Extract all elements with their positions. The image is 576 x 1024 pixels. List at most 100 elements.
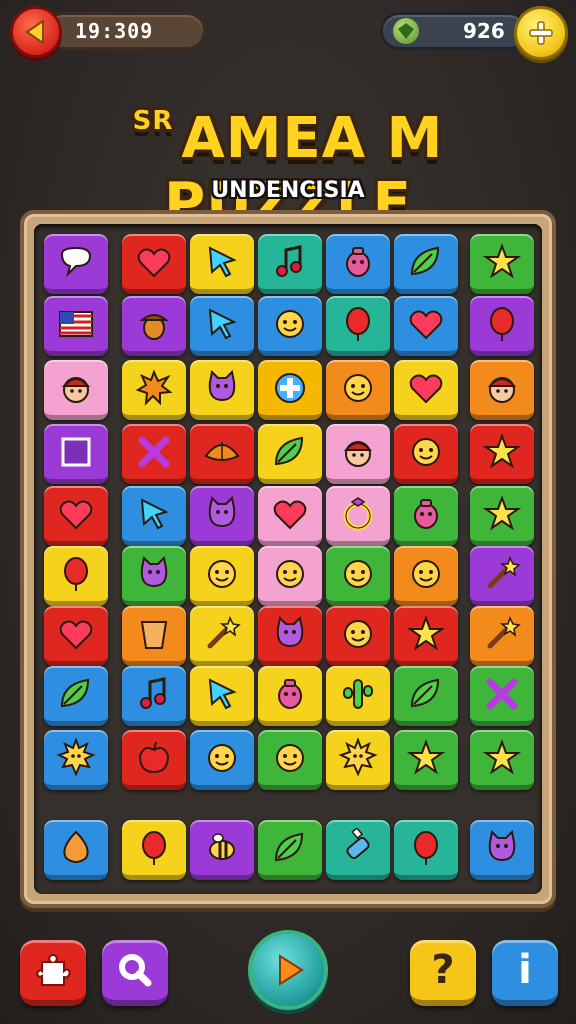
tile[interactable] <box>44 296 108 356</box>
tile[interactable] <box>394 296 458 356</box>
tile[interactable] <box>190 424 254 484</box>
cat-icon <box>208 495 236 527</box>
tile[interactable] <box>326 360 390 420</box>
arrow-icon <box>208 677 237 709</box>
tile[interactable] <box>122 424 186 484</box>
title-prefix: SR <box>132 106 174 136</box>
tray-tile[interactable] <box>258 820 322 880</box>
tile[interactable] <box>470 486 534 546</box>
tile[interactable] <box>258 546 322 606</box>
face-icon <box>412 559 440 588</box>
tile[interactable] <box>470 296 534 356</box>
gem-counter: 926 <box>380 12 528 50</box>
tile[interactable] <box>44 486 108 546</box>
creature-icon <box>346 246 370 277</box>
tile[interactable] <box>122 606 186 666</box>
add-gems-button[interactable] <box>514 6 568 60</box>
play-button[interactable] <box>248 930 328 1010</box>
tray-tile[interactable] <box>470 820 534 880</box>
tile[interactable] <box>258 360 322 420</box>
wand-icon <box>487 615 521 648</box>
tile[interactable] <box>44 730 108 790</box>
tile[interactable] <box>190 296 254 356</box>
tile[interactable] <box>44 666 108 726</box>
heart-icon <box>409 310 443 339</box>
tile[interactable] <box>326 424 390 484</box>
tile[interactable] <box>122 730 186 790</box>
tile[interactable] <box>122 546 186 606</box>
tile[interactable] <box>258 730 322 790</box>
tile[interactable] <box>122 234 186 294</box>
tile[interactable] <box>394 666 458 726</box>
search-button[interactable] <box>102 940 168 1006</box>
face-icon <box>276 743 304 772</box>
tile[interactable] <box>394 234 458 294</box>
tile[interactable] <box>394 424 458 484</box>
sun-icon <box>338 737 378 776</box>
tile[interactable] <box>190 606 254 666</box>
tile[interactable] <box>190 360 254 420</box>
tile[interactable] <box>190 234 254 294</box>
tile[interactable] <box>394 486 458 546</box>
tile[interactable] <box>470 360 534 420</box>
tile[interactable] <box>190 546 254 606</box>
tile[interactable] <box>470 424 534 484</box>
tile[interactable] <box>190 486 254 546</box>
tile[interactable] <box>258 424 322 484</box>
tile[interactable] <box>122 666 186 726</box>
tile[interactable] <box>394 606 458 666</box>
play-icon <box>279 954 304 986</box>
tile[interactable] <box>326 234 390 294</box>
tile[interactable] <box>470 606 534 666</box>
tile[interactable] <box>44 424 108 484</box>
tile[interactable] <box>394 546 458 606</box>
tray-tile[interactable] <box>394 820 458 880</box>
splat-icon <box>135 368 173 406</box>
tile[interactable] <box>470 666 534 726</box>
tile[interactable] <box>394 730 458 790</box>
tile[interactable] <box>394 360 458 420</box>
tile[interactable] <box>122 296 186 356</box>
tile[interactable] <box>190 666 254 726</box>
tile[interactable] <box>190 730 254 790</box>
leaf-icon <box>274 832 304 861</box>
tile[interactable] <box>326 546 390 606</box>
face-icon <box>412 437 440 466</box>
back-button[interactable] <box>10 6 62 58</box>
tile[interactable] <box>258 606 322 666</box>
arrow-icon <box>208 307 237 339</box>
tile[interactable] <box>44 234 108 294</box>
tray-tile[interactable] <box>190 820 254 880</box>
hint-button[interactable]: ? <box>410 940 476 1006</box>
tray-tile[interactable] <box>122 820 186 880</box>
tile[interactable] <box>258 486 322 546</box>
face-icon <box>276 559 304 588</box>
tray-tile[interactable] <box>326 820 390 880</box>
puzzle-piece-button[interactable] <box>20 940 86 1006</box>
speech-bubble-icon <box>60 246 92 277</box>
tray-tile[interactable] <box>44 820 108 880</box>
star-icon <box>406 738 446 775</box>
square-icon <box>61 437 91 466</box>
tile[interactable] <box>44 360 108 420</box>
tile[interactable] <box>44 606 108 666</box>
tile[interactable] <box>258 234 322 294</box>
tile[interactable] <box>258 296 322 356</box>
tile[interactable] <box>326 486 390 546</box>
search-icon <box>119 954 152 987</box>
tile[interactable] <box>258 666 322 726</box>
tile[interactable] <box>44 546 108 606</box>
tile[interactable] <box>470 546 534 606</box>
info-button[interactable]: i <box>492 940 558 1006</box>
tile[interactable] <box>326 730 390 790</box>
cat-icon <box>276 615 304 647</box>
tile[interactable] <box>470 730 534 790</box>
tile[interactable] <box>122 360 186 420</box>
tile[interactable] <box>326 666 390 726</box>
tile[interactable] <box>122 486 186 546</box>
cat-icon <box>488 829 516 861</box>
heart-icon <box>137 248 171 277</box>
tile[interactable] <box>326 296 390 356</box>
tile[interactable] <box>470 234 534 294</box>
tile[interactable] <box>326 606 390 666</box>
